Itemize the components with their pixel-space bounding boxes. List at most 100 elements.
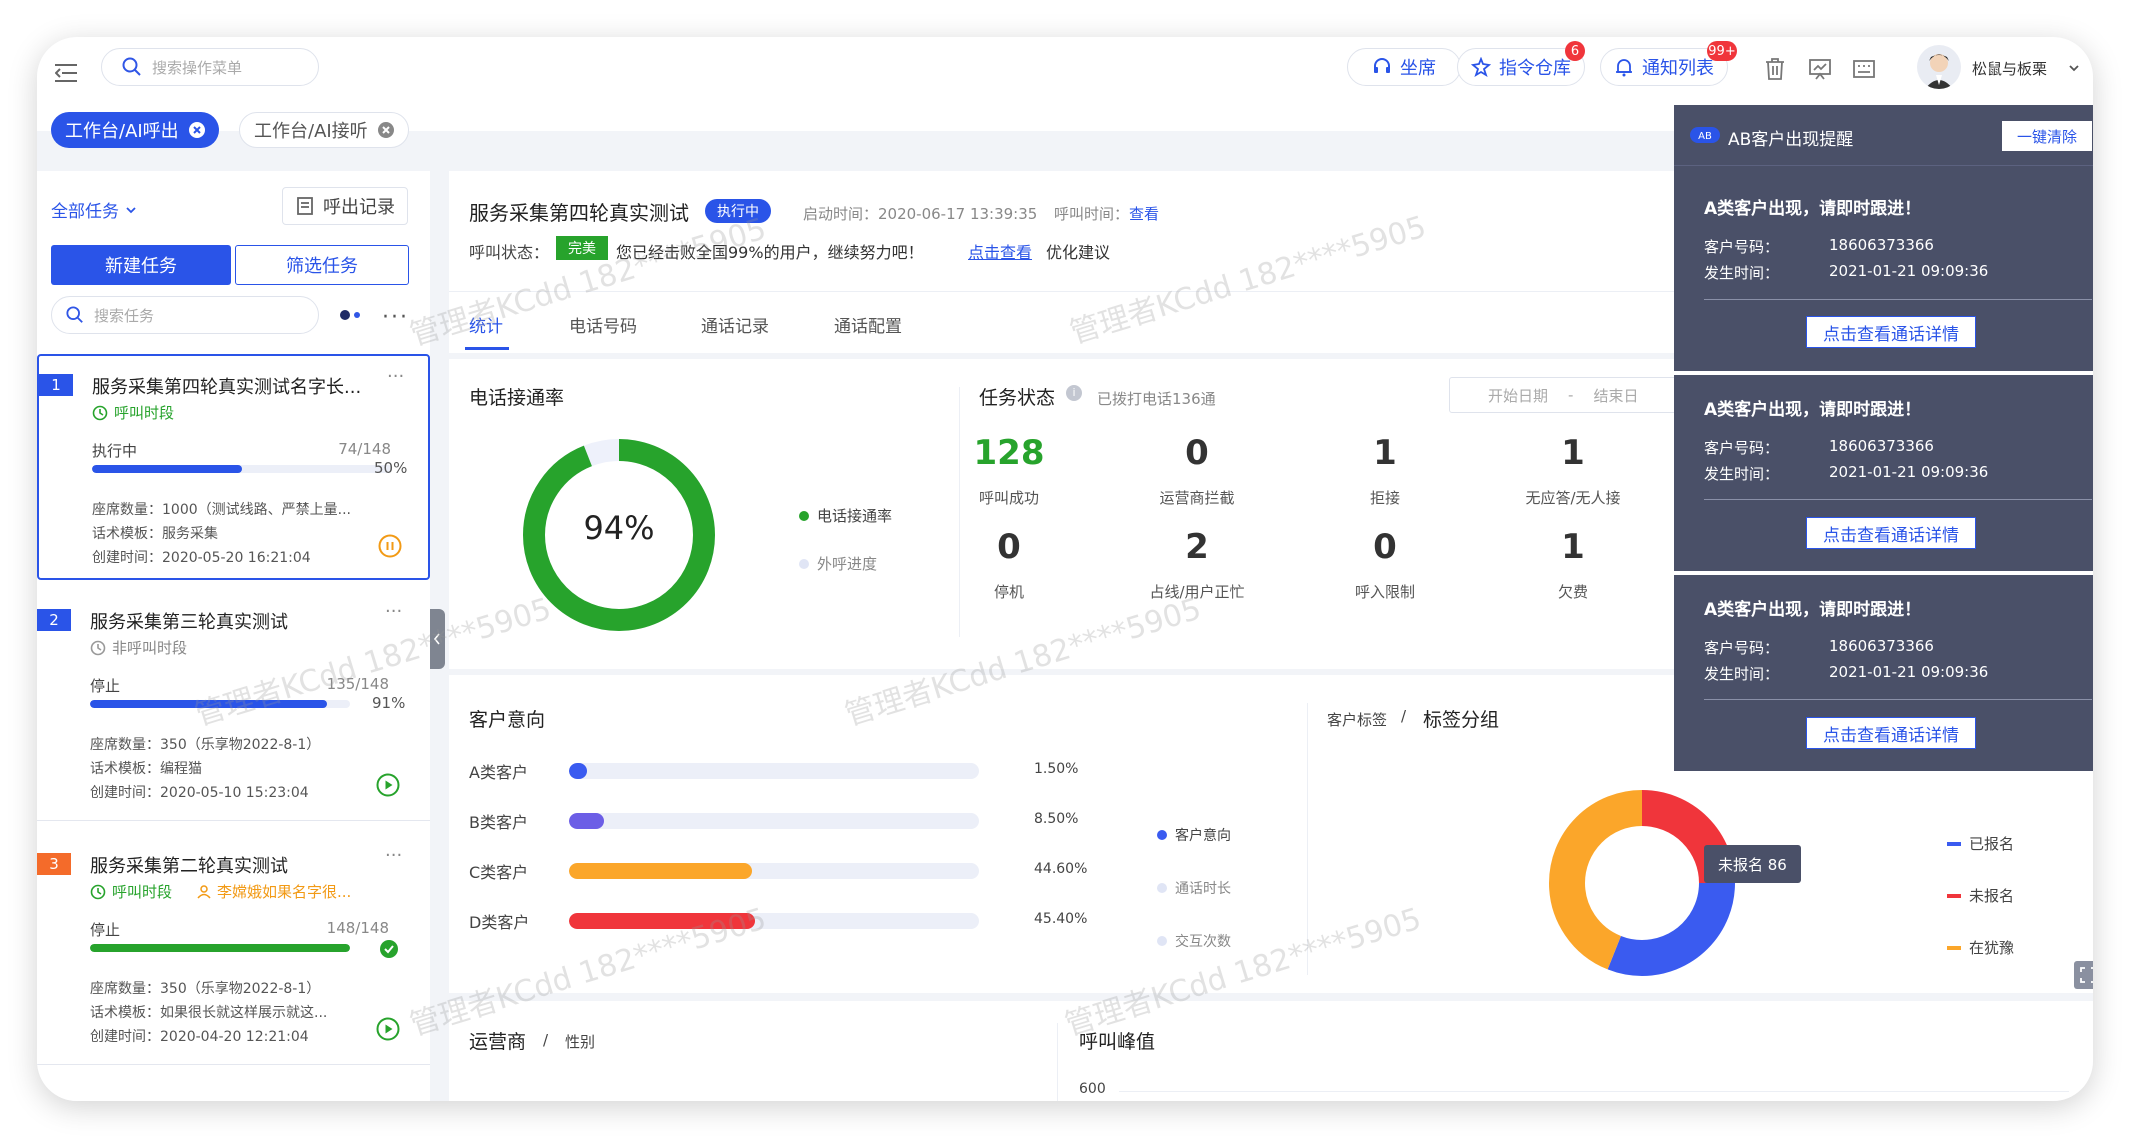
view-call-detail-button[interactable]: 点击查看通话详情: [1806, 316, 1976, 348]
task-progress: [92, 465, 392, 473]
stat-value: 128: [973, 433, 1045, 473]
call-record-button[interactable]: 呼出记录: [282, 187, 408, 225]
task-item[interactable]: 3 服务采集第二轮真实测试 ··· 呼叫时段 李嫦娥如果名字很... 停止 14…: [37, 835, 430, 1065]
task-count: 135/148: [326, 675, 389, 693]
task-period: 非呼叫时段: [90, 637, 187, 658]
stat-value: 0: [1373, 527, 1397, 567]
seat-label: 坐席: [1400, 58, 1436, 79]
intent-bar-track: [569, 913, 979, 929]
legend-label: 在犹豫: [1969, 939, 2015, 957]
play-icon[interactable]: [376, 1017, 400, 1045]
operator-sub[interactable]: 性别: [565, 1031, 595, 1052]
tab-ai-inbound[interactable]: 工作台/AI接听: [239, 112, 409, 148]
chart-tooltip: 未报名 86: [1704, 845, 1801, 883]
keyboard-icon[interactable]: [1852, 57, 1876, 85]
call-status-link[interactable]: 点击查看: [968, 239, 1032, 263]
breadcrumb-separator: /: [1401, 707, 1407, 725]
view-call-detail-button[interactable]: 点击查看通话详情: [1806, 717, 1976, 749]
sidebar-collapse-handle[interactable]: [430, 609, 445, 669]
call-status-text: 您已经击败全国99%的用户，继续努力吧！: [616, 243, 924, 262]
task-period: 呼叫时段: [90, 881, 172, 902]
legend-label: 电话接通率: [817, 507, 893, 525]
date-range-picker[interactable]: 开始日期 - 结束日: [1449, 377, 1679, 413]
time-value: 2021-01-21 09:09:36: [1829, 262, 1989, 280]
tab-ai-outbound[interactable]: 工作台/AI呼出: [51, 112, 219, 148]
tag-crumb[interactable]: 客户标签: [1327, 709, 1387, 730]
divider: [1704, 699, 2092, 700]
trash-icon[interactable]: [1763, 57, 1787, 85]
notification-item: A类客户出现，请即时跟进！ 客户号码： 18606373366 发生时间： 20…: [1674, 575, 2093, 771]
menu-collapse-icon[interactable]: [54, 63, 77, 87]
notification-title: A类客户出现，请即时跟进！: [1704, 400, 1922, 420]
info-icon[interactable]: i: [1066, 385, 1082, 401]
phone-label: 客户号码：: [1704, 238, 1780, 256]
intent-row-value: 8.50%: [1034, 811, 1079, 827]
sidebar: 全部任务 呼出记录 新建任务 筛选任务 搜索任务 ··· 1 服务采集第四轮真实…: [37, 171, 430, 1101]
seat-button[interactable]: 坐席: [1347, 48, 1461, 86]
call-time-link[interactable]: 查看: [1129, 203, 1159, 224]
play-icon[interactable]: [376, 773, 400, 801]
search-bar[interactable]: 搜索操作菜单: [101, 48, 319, 86]
legend-label: 外呼进度: [817, 555, 878, 573]
legend-interactions: 交互次数: [1157, 931, 1231, 951]
phone-value: 18606373366: [1829, 236, 1934, 254]
time-label: 发生时间：: [1704, 264, 1780, 282]
stat-label: 呼叫成功: [978, 489, 1039, 507]
stat-label: 停机: [993, 583, 1024, 601]
call-status-label: 呼叫状态：: [469, 243, 550, 262]
chevron-down-icon: [126, 206, 136, 213]
phone-value: 18606373366: [1829, 637, 1934, 655]
task-period-label: 非呼叫时段: [112, 639, 188, 657]
stat-label: 无应答/无人接: [1525, 489, 1621, 507]
task-status: 停止: [90, 921, 121, 939]
notification-panel-header: AB AB客户出现提醒 一键清除: [1674, 105, 2093, 165]
tab-call-config[interactable]: 通话配置: [834, 312, 902, 337]
clear-all-button[interactable]: 一键清除: [2002, 121, 2092, 151]
tab-phone-numbers[interactable]: 电话号码: [569, 312, 637, 337]
more-icon[interactable]: ···: [382, 305, 409, 330]
svg-text:AB: AB: [1698, 131, 1712, 142]
stat-label: 欠费: [1557, 583, 1588, 601]
task-seats: 座席数量：1000（测试线路、严禁上量...: [92, 502, 351, 518]
stat-value: 0: [1185, 433, 1209, 473]
time-label: 发生时间：: [1704, 665, 1780, 683]
close-icon[interactable]: [377, 122, 394, 138]
intent-bar: [569, 813, 604, 829]
monitor-icon[interactable]: [1808, 57, 1832, 85]
bell-icon: [1616, 59, 1632, 77]
clock-icon: [90, 884, 106, 899]
task-owner-label: 李嫦娥如果名字很...: [217, 883, 352, 901]
ab-icon: AB: [1690, 127, 1720, 147]
record-icon: [297, 197, 313, 215]
task-item[interactable]: 1 服务采集第四轮真实测试名字长... ··· 呼叫时段 执行中 74/148 …: [37, 354, 430, 580]
pause-icon[interactable]: [378, 534, 402, 562]
tab-statistics[interactable]: 统计: [469, 312, 503, 337]
sort-icon[interactable]: [337, 307, 363, 327]
task-item[interactable]: 2 服务采集第三轮真实测试 ··· 非呼叫时段 停止 135/148 91% 座…: [37, 591, 430, 821]
task-filter-dropdown[interactable]: 全部任务: [51, 197, 137, 222]
breadcrumb-separator: /: [543, 1031, 549, 1049]
legend-label: 交互次数: [1175, 934, 1231, 950]
intent-bar-track: [569, 863, 979, 879]
grid-line: [1119, 1091, 2069, 1092]
task-number: 2: [37, 609, 71, 631]
task-search-input[interactable]: 搜索任务: [51, 296, 319, 334]
stat-label: 占线/用户正忙: [1149, 583, 1245, 601]
avatar[interactable]: [1917, 45, 1961, 89]
close-icon[interactable]: [188, 122, 205, 138]
more-icon[interactable]: ···: [387, 366, 404, 387]
filter-task-button[interactable]: 筛选任务: [235, 245, 409, 285]
intent-bar: [569, 763, 587, 779]
stat-value: 1: [1561, 433, 1585, 473]
legend-label: 客户意向: [1175, 828, 1231, 844]
more-icon[interactable]: ···: [385, 601, 402, 622]
fullscreen-icon[interactable]: [2074, 961, 2093, 989]
task-count: 74/148: [338, 440, 391, 458]
more-icon[interactable]: ···: [385, 845, 402, 866]
new-task-button[interactable]: 新建任务: [51, 245, 231, 285]
tab-label: 工作台/AI接听: [254, 121, 368, 142]
chevron-down-icon[interactable]: [2068, 59, 2080, 78]
view-call-detail-button[interactable]: 点击查看通话详情: [1806, 517, 1976, 549]
command-badge: 6: [1565, 41, 1585, 61]
tab-call-records[interactable]: 通话记录: [701, 312, 769, 337]
